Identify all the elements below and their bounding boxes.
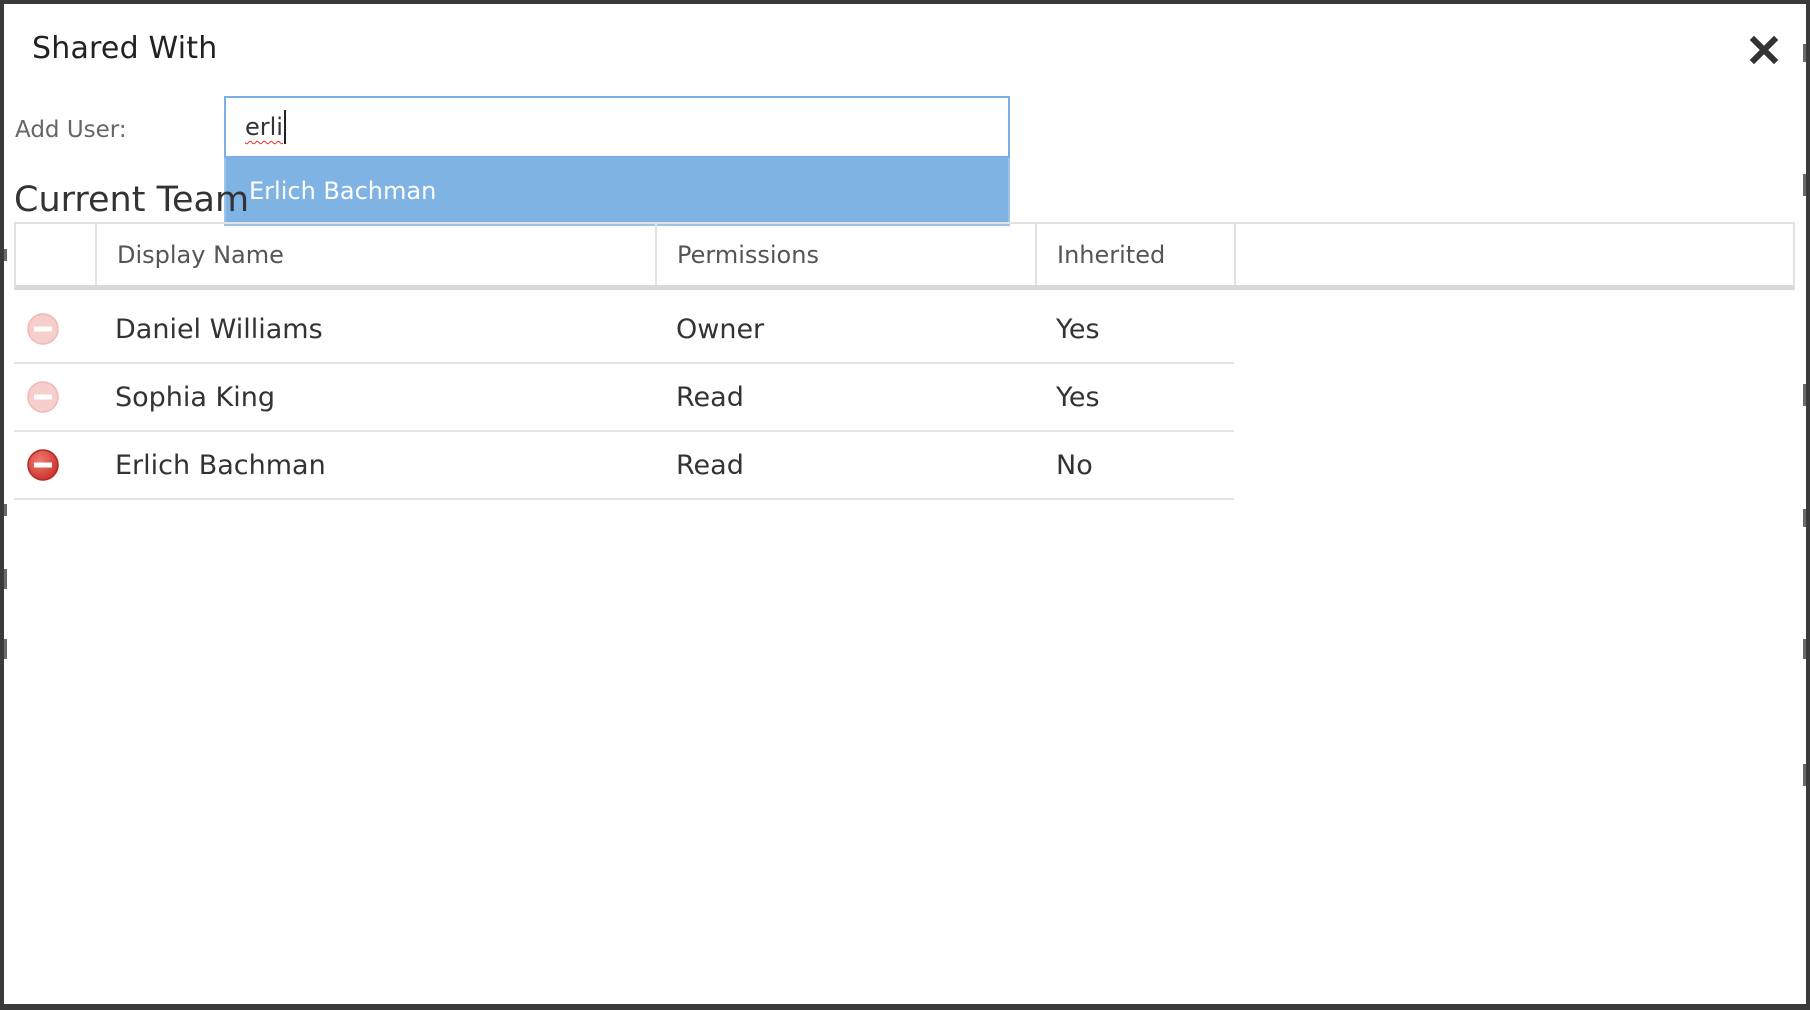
background-artifact — [1803, 174, 1806, 196]
row-permission: Read — [676, 449, 744, 481]
shared-with-dialog: Shared With Add User: erli Erlich Bachma… — [4, 4, 1806, 1004]
close-icon — [1749, 35, 1779, 65]
team-table-header: Display Name Permissions Inherited — [14, 222, 1795, 290]
autocomplete-suggestion[interactable]: Erlich Bachman — [224, 158, 1010, 226]
row-action-cell — [14, 296, 97, 362]
row-inherited: Yes — [1056, 313, 1100, 345]
background-artifact — [4, 569, 7, 589]
row-action-cell — [14, 364, 97, 430]
column-header-permissions[interactable]: Permissions — [657, 224, 1037, 285]
add-user-input-value: erli — [245, 113, 283, 141]
remove-user-icon — [27, 313, 59, 345]
column-header-inherited[interactable]: Inherited — [1037, 224, 1236, 285]
column-header-actions — [16, 224, 97, 285]
background-artifact — [4, 504, 7, 516]
background-artifact — [1803, 44, 1806, 62]
table-row: Erlich Bachman Read No — [14, 432, 1234, 500]
background-artifact — [4, 639, 7, 659]
add-user-input[interactable]: erli — [224, 96, 1010, 158]
row-action-cell — [14, 432, 97, 498]
background-artifact — [1803, 764, 1806, 786]
row-display-name: Erlich Bachman — [115, 449, 326, 481]
text-caret — [283, 110, 286, 144]
row-permission: Owner — [676, 313, 765, 345]
add-user-label: Add User: — [15, 117, 127, 143]
autocomplete-suggestion-label: Erlich Bachman — [249, 177, 437, 205]
row-display-name: Sophia King — [115, 381, 275, 413]
column-header-display-name[interactable]: Display Name — [97, 224, 657, 285]
remove-user-button[interactable] — [26, 448, 60, 482]
background-artifact — [1803, 639, 1806, 659]
table-row: Daniel Williams Owner Yes — [14, 296, 1234, 364]
row-display-name: Daniel Williams — [115, 313, 323, 345]
row-inherited: No — [1056, 449, 1093, 481]
column-header-filler — [1236, 224, 1793, 285]
background-artifact — [1803, 509, 1806, 527]
close-button[interactable] — [1744, 30, 1784, 70]
background-artifact — [1803, 384, 1806, 406]
table-row: Sophia King Read Yes — [14, 364, 1234, 432]
background-artifact — [4, 249, 7, 261]
dialog-title: Shared With — [32, 31, 218, 66]
row-inherited: Yes — [1056, 381, 1100, 413]
team-table-body: Daniel Williams Owner Yes Sophia King Re… — [14, 296, 1234, 500]
current-team-heading: Current Team — [14, 180, 250, 220]
remove-user-icon — [27, 381, 59, 413]
row-permission: Read — [676, 381, 744, 413]
